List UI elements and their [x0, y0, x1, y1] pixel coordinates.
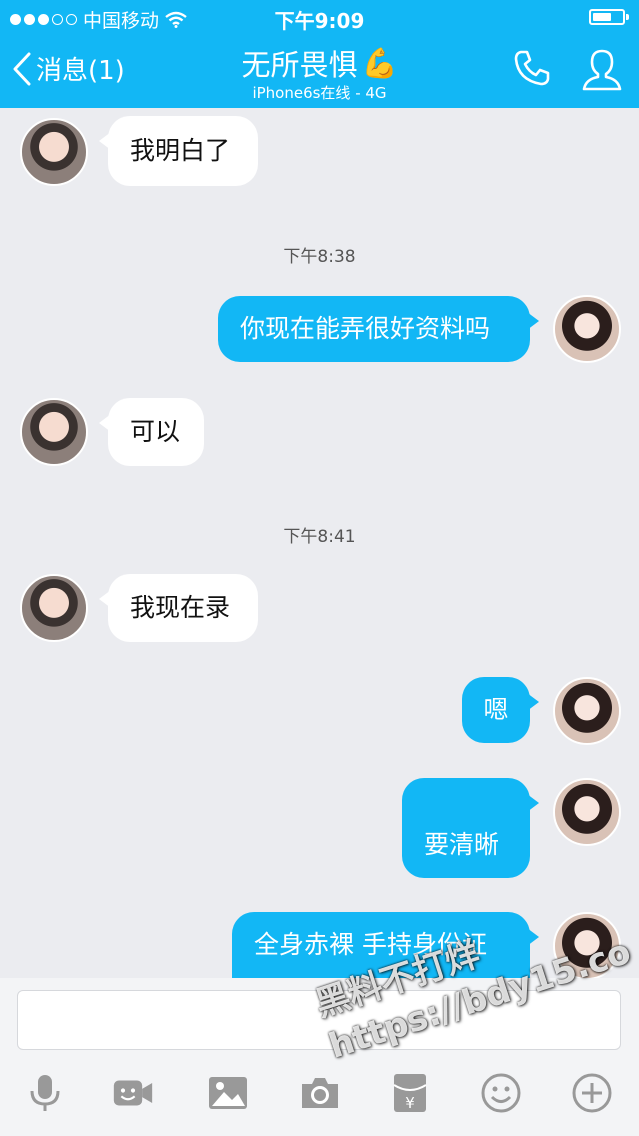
timestamp: 下午8:38: [283, 247, 356, 267]
emoji-icon[interactable]: [481, 1073, 521, 1113]
message-bubble-received[interactable]: 可以: [99, 398, 204, 466]
contact-avatar[interactable]: [20, 574, 88, 642]
message-bubble-sent[interactable]: 你现在能弄很好资料吗: [218, 296, 539, 362]
message-text: 我明白了: [130, 136, 231, 165]
plus-icon[interactable]: [572, 1073, 612, 1113]
message-text: 全身赤裸 手持身份证: [254, 930, 487, 959]
contact-name: 无所畏惧: [241, 48, 358, 82]
red-packet-icon[interactable]: ¥: [390, 1073, 430, 1113]
battery-icon: [589, 9, 629, 25]
my-avatar[interactable]: [553, 912, 621, 980]
status-time: 下午9:09: [274, 9, 365, 33]
profile-icon[interactable]: [582, 48, 622, 92]
input-panel: ¥: [0, 978, 639, 1136]
timestamp: 下午8:41: [283, 527, 356, 547]
my-avatar[interactable]: [553, 778, 621, 846]
message-text: 你现在能弄很好资料吗: [240, 314, 491, 343]
message-bubble-received[interactable]: 我明白了: [99, 116, 258, 186]
message-text: 要清晰: [424, 830, 500, 859]
camera-icon[interactable]: [300, 1073, 340, 1113]
my-avatar[interactable]: [553, 677, 621, 745]
image-icon[interactable]: [208, 1073, 248, 1113]
flexed-biceps-emoji: 💪: [361, 45, 398, 80]
status-bar: 中国移动 下午9:09: [0, 0, 639, 36]
message-text: 嗯: [483, 695, 509, 724]
contact-avatar[interactable]: [20, 398, 88, 466]
message-input[interactable]: [17, 990, 621, 1050]
message-bubble-sent[interactable]: 嗯: [462, 677, 539, 743]
video-icon[interactable]: [113, 1073, 153, 1113]
nav-header: 中国移动 下午9:09 消息(1) 无所畏惧 💪 iPhone6s在线 - 4G: [0, 0, 639, 108]
microphone-icon[interactable]: [25, 1073, 65, 1113]
svg-text:¥: ¥: [405, 1094, 415, 1112]
contact-avatar[interactable]: [20, 118, 88, 186]
message-text: 可以: [130, 417, 181, 446]
message-bubble-sent[interactable]: 全身赤裸 手持身份证: [232, 912, 539, 978]
message-bubble-sent[interactable]: 要清晰: [402, 778, 539, 878]
my-avatar[interactable]: [553, 295, 621, 363]
phone-icon[interactable]: [512, 48, 552, 88]
message-bubble-received[interactable]: 我现在录: [99, 574, 258, 642]
message-text: 我现在录: [130, 593, 231, 622]
